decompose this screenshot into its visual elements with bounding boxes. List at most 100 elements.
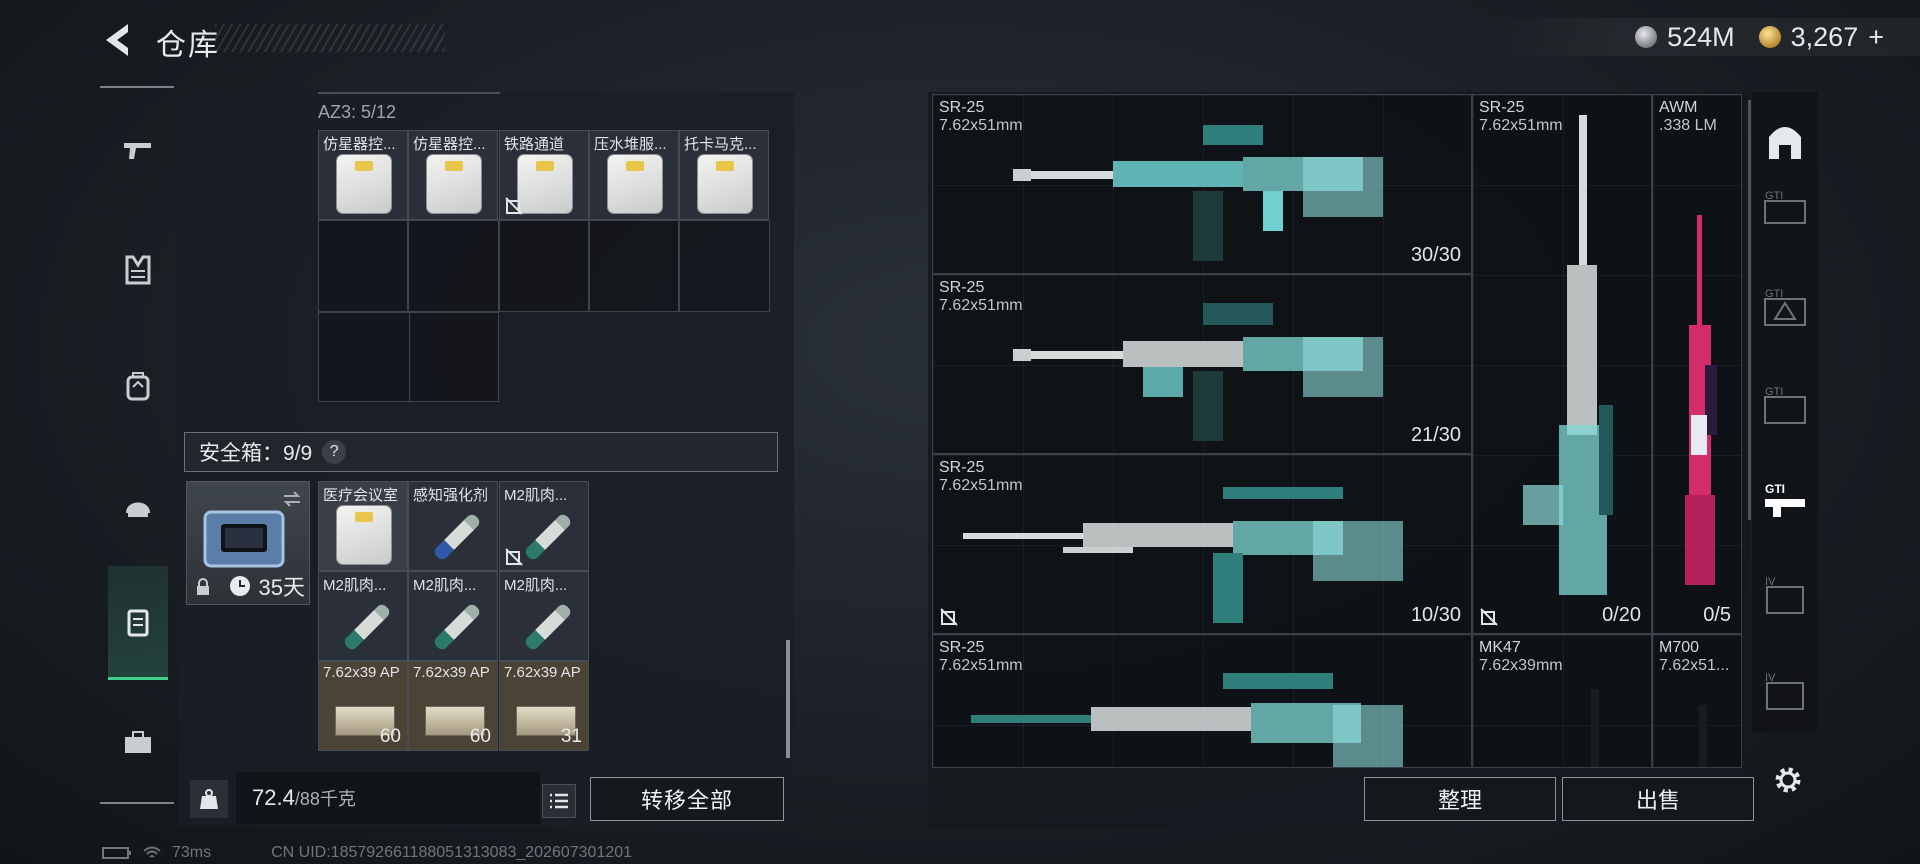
help-button[interactable]: ? xyxy=(322,440,347,464)
back-button[interactable] xyxy=(98,18,138,62)
sell-button[interactable]: 出售 xyxy=(1562,777,1754,821)
lock-icon xyxy=(197,578,209,595)
item-name: 仿星器控... xyxy=(413,136,486,153)
settings-button[interactable] xyxy=(1768,760,1808,800)
safe-box-label: 安全箱：9/9 xyxy=(199,442,313,465)
category-gti-3[interactable]: GTI xyxy=(1760,380,1810,430)
nav-armor[interactable] xyxy=(108,240,168,300)
keycard-image xyxy=(698,155,752,213)
weapon-slot[interactable]: AWM .338 LM 0/5 xyxy=(1652,94,1742,634)
ping-value: 73ms xyxy=(172,844,212,861)
keycard-image xyxy=(337,506,391,564)
item-name: 托卡马克... xyxy=(684,136,757,153)
syringe-image xyxy=(342,602,392,652)
empty-slot[interactable] xyxy=(589,220,679,312)
weapon-slot[interactable]: MK47 7.62x39mm xyxy=(1472,634,1652,768)
safe-item[interactable]: 医疗会议室 xyxy=(318,481,408,571)
syringe-image xyxy=(432,512,482,562)
stash-item[interactable]: 托卡马克... xyxy=(679,130,769,220)
gear-icon xyxy=(1775,767,1801,793)
safe-item[interactable]: M2肌肉... xyxy=(318,571,408,661)
nav-helmet[interactable] xyxy=(108,476,168,536)
nav-pistol[interactable] xyxy=(108,120,168,180)
gti-warning-icon: GTI xyxy=(1764,288,1806,326)
weight-icon xyxy=(200,789,218,809)
weight-lock-button[interactable] xyxy=(190,780,228,818)
safe-item[interactable]: M2肌肉... xyxy=(408,571,498,661)
item-name: M2肌肉... xyxy=(413,577,477,594)
nav-divider-top xyxy=(100,86,174,88)
stash-item[interactable]: 压水堆服... xyxy=(589,130,679,220)
weapon-slot[interactable]: SR-25 7.62x51mm xyxy=(932,634,1472,768)
category-gti-2[interactable]: GTI xyxy=(1760,282,1810,332)
safe-item[interactable]: 7.62x39 AP 60 xyxy=(408,661,498,751)
weapon-slot[interactable]: SR-25 7.62x51mm 0/20 xyxy=(1472,94,1652,634)
category-iv-2[interactable]: IV xyxy=(1760,666,1810,716)
category-all[interactable] xyxy=(1760,118,1810,168)
item-count: 31 xyxy=(560,726,582,747)
stash-item[interactable]: 铁路通道 xyxy=(499,130,589,220)
safe-item[interactable]: 7.62x39 AP 31 xyxy=(499,661,589,751)
keycard-image xyxy=(518,155,572,213)
nav-divider-bottom xyxy=(100,802,174,804)
list-view-button[interactable] xyxy=(542,784,576,818)
sr25-rifle-image xyxy=(971,673,1403,767)
keycard-image xyxy=(608,155,662,213)
empty-slot-wide[interactable] xyxy=(318,312,499,402)
mk47-rifle-image xyxy=(1591,689,1599,767)
safe-item[interactable]: M2肌肉... xyxy=(499,481,589,571)
ammo-count: 10/30 xyxy=(1410,604,1461,626)
container-tab-line xyxy=(318,92,500,94)
item-count: 60 xyxy=(379,726,401,747)
no-trade-icon xyxy=(505,548,523,566)
list-icon xyxy=(550,793,568,809)
empty-slot[interactable] xyxy=(499,220,589,312)
add-currency-button[interactable]: + xyxy=(1868,22,1884,53)
secure-case-image xyxy=(203,510,285,568)
category-gti-1[interactable]: GTI xyxy=(1760,180,1810,230)
category-iv-1[interactable]: IV xyxy=(1760,570,1810,620)
item-name: 7.62x39 AP xyxy=(504,664,581,681)
item-name: M2肌肉... xyxy=(323,577,387,594)
item-name: 7.62x39 AP xyxy=(323,664,400,681)
empty-slot[interactable] xyxy=(408,220,499,312)
battery-icon xyxy=(102,847,131,859)
safe-case-slot[interactable]: 35天 xyxy=(186,481,310,605)
stash-item[interactable]: 仿星器控... xyxy=(318,130,408,220)
currency-bar: 524M 3,267 + xyxy=(1490,18,1920,56)
nav-toolbox[interactable] xyxy=(108,712,168,772)
weapon-slot[interactable]: SR-25 7.62x51mm 30/30 xyxy=(932,94,1472,274)
ammo-count: 0/5 xyxy=(1703,604,1731,626)
iv-folder-icon: IV xyxy=(1765,672,1804,710)
weapon-slot[interactable]: M700 7.62x51... xyxy=(1652,634,1742,768)
weapon-slot[interactable]: SR-25 7.62x51mm 21/30 xyxy=(932,274,1472,454)
weight-display: 72.4 /88千克 xyxy=(236,772,540,824)
safe-item[interactable]: 感知强化剂 xyxy=(408,481,498,571)
category-gti-rifle-active[interactable]: GTI xyxy=(1760,476,1810,526)
clock-icon xyxy=(230,576,250,596)
iv-folder-icon: IV xyxy=(1765,576,1804,614)
no-trade-icon xyxy=(940,608,958,626)
sort-button[interactable]: 整理 xyxy=(1364,777,1556,821)
empty-slot[interactable] xyxy=(318,220,408,312)
transfer-all-button[interactable]: 转移全部 xyxy=(590,777,784,821)
safe-item[interactable]: M2肌肉... xyxy=(499,571,589,661)
nav-case-active[interactable] xyxy=(108,566,168,680)
weapon-slot[interactable]: SR-25 7.62x51mm 10/30 xyxy=(932,454,1472,634)
swap-icon[interactable] xyxy=(281,488,303,510)
nav-backpack[interactable] xyxy=(108,356,168,416)
gti-folder-icon: GTI xyxy=(1764,190,1806,224)
syringe-image xyxy=(432,602,482,652)
category-scrollbar[interactable] xyxy=(1748,100,1751,520)
no-trade-icon xyxy=(1480,608,1498,626)
empty-slot[interactable] xyxy=(679,220,770,312)
helmet-icon xyxy=(126,502,150,517)
item-count: 60 xyxy=(469,726,491,747)
safe-item[interactable]: 7.62x39 AP 60 xyxy=(318,661,408,751)
keycard-image xyxy=(427,155,481,213)
stash-scrollbar[interactable] xyxy=(786,640,790,758)
gold-coin-icon xyxy=(1758,26,1781,48)
stash-item[interactable]: 仿星器控... xyxy=(408,130,498,220)
container-capacity-label: AZ3: 5/12 xyxy=(318,102,397,122)
m700-rifle-image xyxy=(1699,705,1707,767)
